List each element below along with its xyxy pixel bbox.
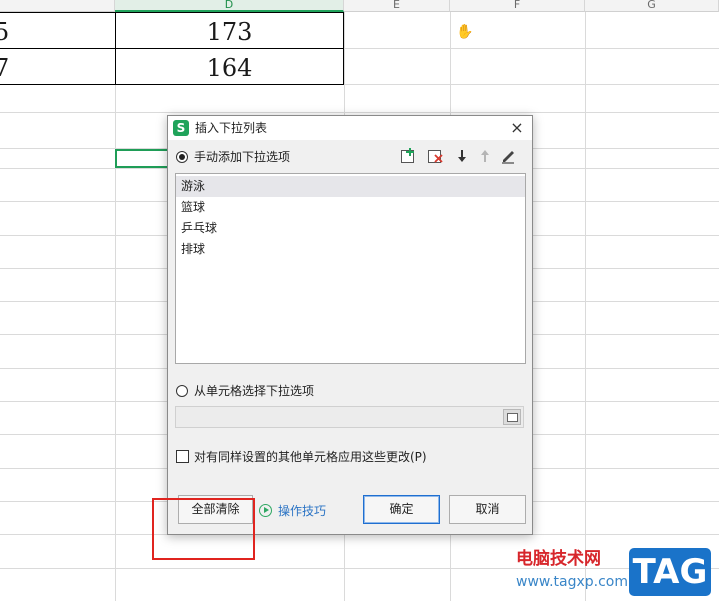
watermark-url: www.tagxp.com <box>516 574 628 590</box>
column-header-e[interactable]: E <box>344 0 450 12</box>
range-select-icon[interactable] <box>503 409 521 425</box>
watermark-site-name: 电脑技术网 <box>516 549 601 569</box>
dropdown-options-list[interactable]: 游泳 篮球 乒乓球 排球 <box>175 173 526 364</box>
cancel-button[interactable]: 取消 <box>449 495 526 524</box>
dialog-titlebar[interactable]: S 插入下拉列表 × <box>168 116 532 140</box>
tips-link[interactable]: 操作技巧 <box>278 504 326 518</box>
gridline <box>115 12 116 601</box>
cell-option-label[interactable]: 从单元格选择下拉选项 <box>194 384 314 398</box>
add-icon[interactable] <box>400 147 418 165</box>
highlight-annotation-box <box>152 498 255 560</box>
list-item[interactable]: 乒乓球 <box>176 218 525 239</box>
manual-option-label[interactable]: 手动添加下拉选项 <box>194 150 290 164</box>
ok-button[interactable]: 确定 <box>363 495 440 524</box>
gridline <box>0 568 719 569</box>
cell-c-row1[interactable]: 5 <box>0 14 34 50</box>
watermark-tag-logo: TAG <box>629 548 711 596</box>
gridline <box>585 12 586 601</box>
apply-changes-label[interactable]: 对有同样设置的其他单元格应用这些更改(P) <box>194 450 427 464</box>
hand-cursor-icon: ✋ <box>456 24 474 40</box>
column-header-d[interactable]: D <box>115 0 344 12</box>
edit-icon[interactable] <box>499 147 517 165</box>
screen: D E F G 5 173 7 164 ✋ S 插入下拉列表 × 手动添加下拉选… <box>0 0 719 601</box>
close-button[interactable]: × <box>508 119 526 137</box>
dialog-title: 插入下拉列表 <box>195 121 268 135</box>
cell-d-row1[interactable]: 173 <box>116 14 343 50</box>
wps-logo-icon: S <box>173 120 189 136</box>
cell-range-input[interactable] <box>175 406 524 428</box>
cell-option-radio[interactable] <box>176 385 188 397</box>
move-down-icon[interactable] <box>453 147 471 165</box>
apply-changes-checkbox[interactable] <box>176 450 189 463</box>
column-header-c[interactable] <box>0 0 115 12</box>
cell-d-row2[interactable]: 164 <box>116 50 343 86</box>
delete-icon[interactable] <box>427 147 445 165</box>
play-circle-icon <box>259 504 272 517</box>
move-up-icon[interactable] <box>476 147 494 165</box>
cell-c-row2[interactable]: 7 <box>0 50 34 86</box>
column-header-f[interactable]: F <box>450 0 585 12</box>
manual-option-radio[interactable] <box>176 151 188 163</box>
gridline <box>0 112 719 113</box>
column-header-g[interactable]: G <box>585 0 719 12</box>
selected-cell[interactable] <box>115 149 170 168</box>
list-item[interactable]: 游泳 <box>176 176 525 197</box>
list-item[interactable]: 篮球 <box>176 197 525 218</box>
list-item[interactable]: 排球 <box>176 239 525 260</box>
insert-dropdown-dialog: S 插入下拉列表 × 手动添加下拉选项 游泳 篮球 乒乓球 排球 从单元格选择下… <box>167 115 533 535</box>
